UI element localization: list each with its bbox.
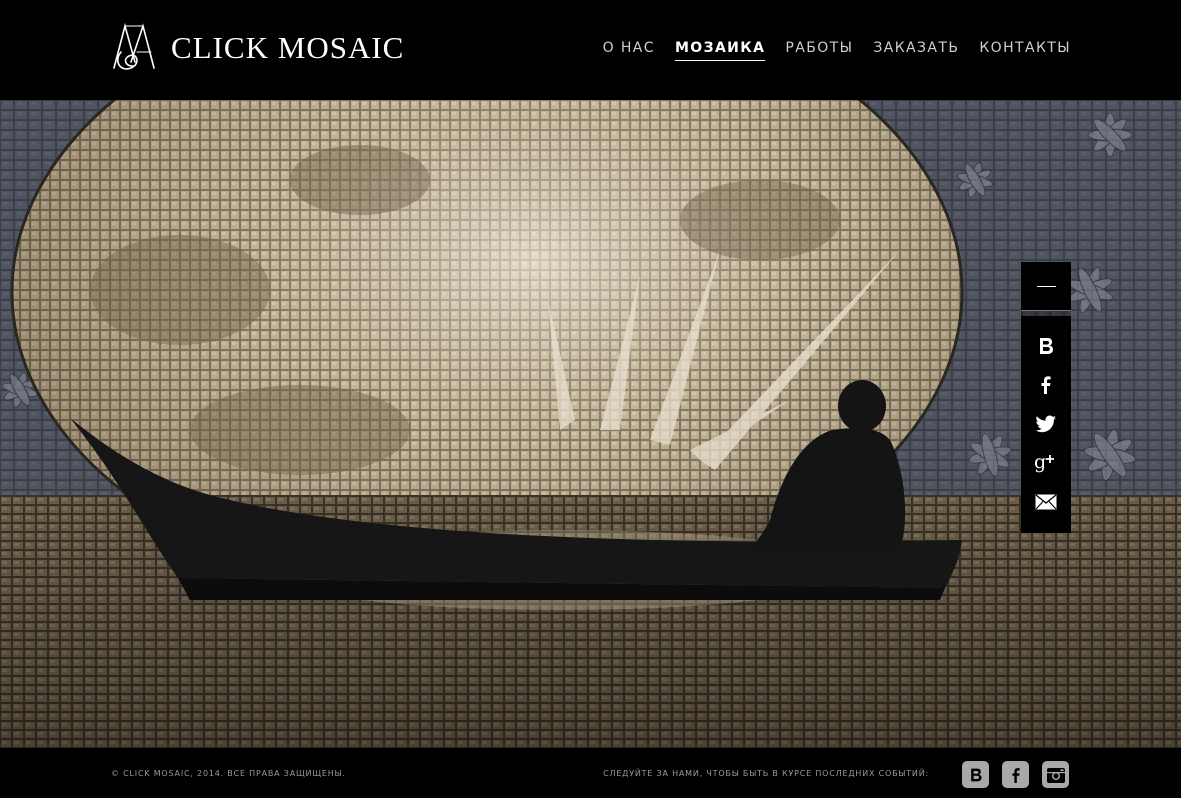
nav-item-order[interactable]: ЗАКАЗАТЬ [873, 40, 959, 61]
vk-icon [1040, 337, 1053, 354]
follow-us-text: СЛЕДУЙТЕ ЗА НАМИ, ЧТОБЫ БЫТЬ В КУРСЕ ПОС… [603, 769, 929, 778]
main-nav: О НАС МОЗАИКА РАБОТЫ ЗАКАЗАТЬ КОНТАКТЫ [603, 40, 1071, 61]
nav-item-about[interactable]: О НАС [603, 40, 655, 61]
side-mail-link[interactable] [1021, 482, 1071, 521]
side-social-list: g [1021, 316, 1071, 533]
google-plus-icon: g [1034, 451, 1054, 473]
nav-item-works[interactable]: РАБОТЫ [785, 40, 853, 61]
instagram-icon [1046, 767, 1065, 783]
footer-vk-link[interactable] [962, 761, 989, 788]
minus-icon [1036, 285, 1056, 287]
logo-link[interactable]: CLICK MOSAIC [111, 22, 404, 74]
site-footer: © CLICK MOSAIC, 2014. ВСЕ ПРАВА ЗАЩИЩЕНЫ… [0, 748, 1181, 798]
svg-text:g: g [1034, 451, 1046, 473]
mail-icon [1035, 493, 1057, 509]
footer-social-links [962, 761, 1069, 788]
copyright-text: © CLICK MOSAIC, 2014. ВСЕ ПРАВА ЗАЩИЩЕНЫ… [111, 769, 346, 778]
logo-mark-icon [113, 22, 155, 70]
side-panel-toggle-button[interactable] [1021, 262, 1071, 310]
vk-icon [970, 768, 982, 781]
footer-instagram-link[interactable] [1042, 761, 1069, 788]
nav-item-contacts[interactable]: КОНТАКТЫ [979, 40, 1071, 61]
facebook-icon [1041, 375, 1051, 394]
side-google-plus-link[interactable]: g [1021, 443, 1071, 482]
site-header: CLICK MOSAIC О НАС МОЗАИКА РАБОТЫ ЗАКАЗА… [0, 0, 1181, 100]
side-facebook-link[interactable] [1021, 365, 1071, 404]
brand-name: CLICK MOSAIC [171, 30, 405, 65]
mosaic-artwork [0, 100, 1181, 748]
side-twitter-link[interactable] [1021, 404, 1071, 443]
nav-item-mosaic[interactable]: МОЗАИКА [674, 40, 766, 61]
twitter-icon [1035, 415, 1056, 432]
side-vk-link[interactable] [1021, 326, 1071, 365]
footer-facebook-link[interactable] [1002, 761, 1029, 788]
hero-mosaic-image: g [0, 100, 1181, 748]
facebook-icon [1011, 767, 1020, 783]
social-side-panel: g [1021, 262, 1071, 533]
